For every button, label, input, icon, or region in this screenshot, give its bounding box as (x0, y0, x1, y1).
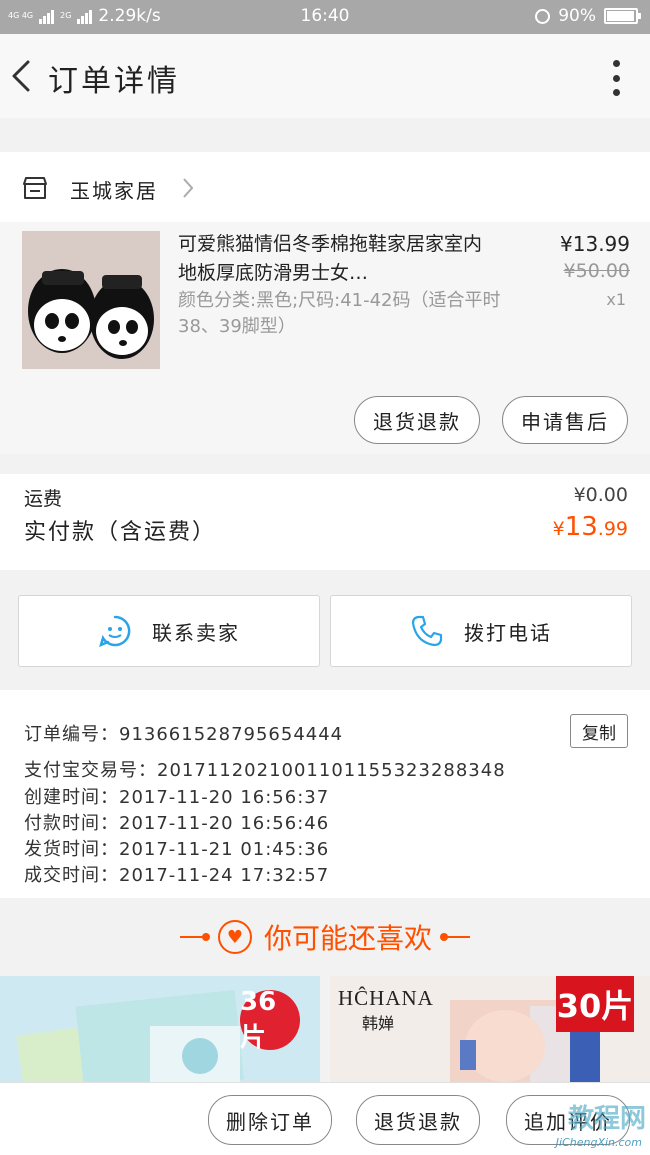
battery-percent: 90% (558, 6, 596, 26)
created-time: 创建时间：2017-11-20 16:56:37 (24, 787, 330, 808)
contact-seller-button[interactable]: 联系卖家 (18, 595, 320, 667)
order-item[interactable]: 可爱熊猫情侣冬季棉拖鞋家居家室内地板厚底防滑男士女… 颜色分类:黑色;尺码:41… (0, 222, 650, 454)
paid-int: 13 (564, 512, 598, 542)
product-thumbnail[interactable] (22, 231, 160, 369)
shop-name: 玉城家居 (70, 179, 158, 203)
bottom-action-bar: 删除订单 退货退款 追加评价 (0, 1082, 650, 1155)
heart-icon: ♥ (217, 920, 252, 954)
recommend-header: ♥ 你可能还喜欢 (0, 904, 650, 970)
shipping-value: ¥0.00 (573, 484, 628, 506)
pack-count-badge-2: 30片 (556, 976, 634, 1032)
call-phone-label: 拨打电话 (464, 620, 552, 645)
status-right: 90% (535, 6, 641, 26)
paid-amount: ¥13.99 (553, 512, 628, 542)
paid-currency: ¥ (552, 518, 565, 540)
shipping-label: 运费 (24, 488, 63, 510)
nav-bar: 订单详情 (0, 34, 650, 118)
contact-section: 联系卖家 拨打电话 (0, 584, 650, 674)
battery-fill (607, 11, 634, 21)
shipped-time: 发货时间：2017-11-21 01:45:36 (24, 839, 330, 860)
chevron-right-icon (183, 178, 194, 198)
order-info-section: 订单编号：913661528795654444 复制 支付宝交易号：201711… (0, 690, 650, 898)
brand-name-cn: 韩婵 (362, 1014, 395, 1033)
back-arrow-icon[interactable] (8, 56, 38, 96)
delete-order-button[interactable]: 删除订单 (208, 1095, 332, 1145)
battery-icon (604, 8, 641, 24)
return-refund-button[interactable]: 退货退款 (356, 1095, 480, 1145)
watermark-text: 教程网 (567, 1104, 646, 1134)
product-sku: 颜色分类:黑色;尺码:41-42码（适合平时38、39脚型） (178, 290, 501, 337)
product-price: ¥13.99 (560, 232, 630, 256)
paid-time: 付款时间：2017-11-20 16:56:46 (24, 813, 330, 834)
paid-label: 实付款（含运费） (24, 520, 217, 545)
completed-time: 成交时间：2017-11-24 17:32:57 (24, 865, 330, 886)
divider-left (179, 933, 210, 941)
status-bar: 4G 4G 2G 2.29k/s 16:40 90% (0, 0, 650, 34)
chat-face-icon (99, 615, 131, 648)
alipay-trade-number: 支付宝交易号：2017112021001101155323288348 (24, 760, 506, 781)
page-title: 订单详情 (48, 64, 180, 99)
pack-count-badge: 36片 (240, 987, 300, 1053)
order-number: 订单编号：913661528795654444 (24, 724, 344, 745)
more-menu-icon[interactable] (612, 60, 620, 96)
product-quantity: x1 (606, 290, 626, 309)
fees-section: 运费 ¥0.00 实付款（含运费） ¥13.99 (0, 474, 650, 570)
recommend-product-1[interactable]: 36片 (0, 976, 320, 1086)
phone-icon (411, 615, 443, 647)
watermark-url: JiChengXin.com (555, 1136, 642, 1149)
contact-seller-label: 联系卖家 (152, 620, 240, 645)
shop-row[interactable]: 玉城家居 (0, 152, 650, 222)
recommend-title: 你可能还喜欢 (263, 922, 432, 955)
refund-button[interactable]: 退货退款 (354, 396, 480, 444)
panda-slipper-image (22, 231, 160, 369)
after-sale-button[interactable]: 申请售后 (502, 396, 628, 444)
alarm-icon (535, 8, 551, 24)
product-original-price: ¥50.00 (563, 260, 630, 282)
product-title[interactable]: 可爱熊猫情侣冬季棉拖鞋家居家室内地板厚底防滑男士女… (178, 230, 498, 288)
divider-right (440, 933, 470, 941)
brand-name: HĈHANA (338, 986, 434, 1010)
shop-icon (23, 177, 47, 199)
paid-dec: .99 (597, 518, 628, 540)
call-phone-button[interactable]: 拨打电话 (330, 595, 632, 667)
copy-button[interactable]: 复制 (570, 714, 628, 748)
recommend-product-2[interactable]: HĈHANA 韩婵 30片 (330, 976, 650, 1086)
